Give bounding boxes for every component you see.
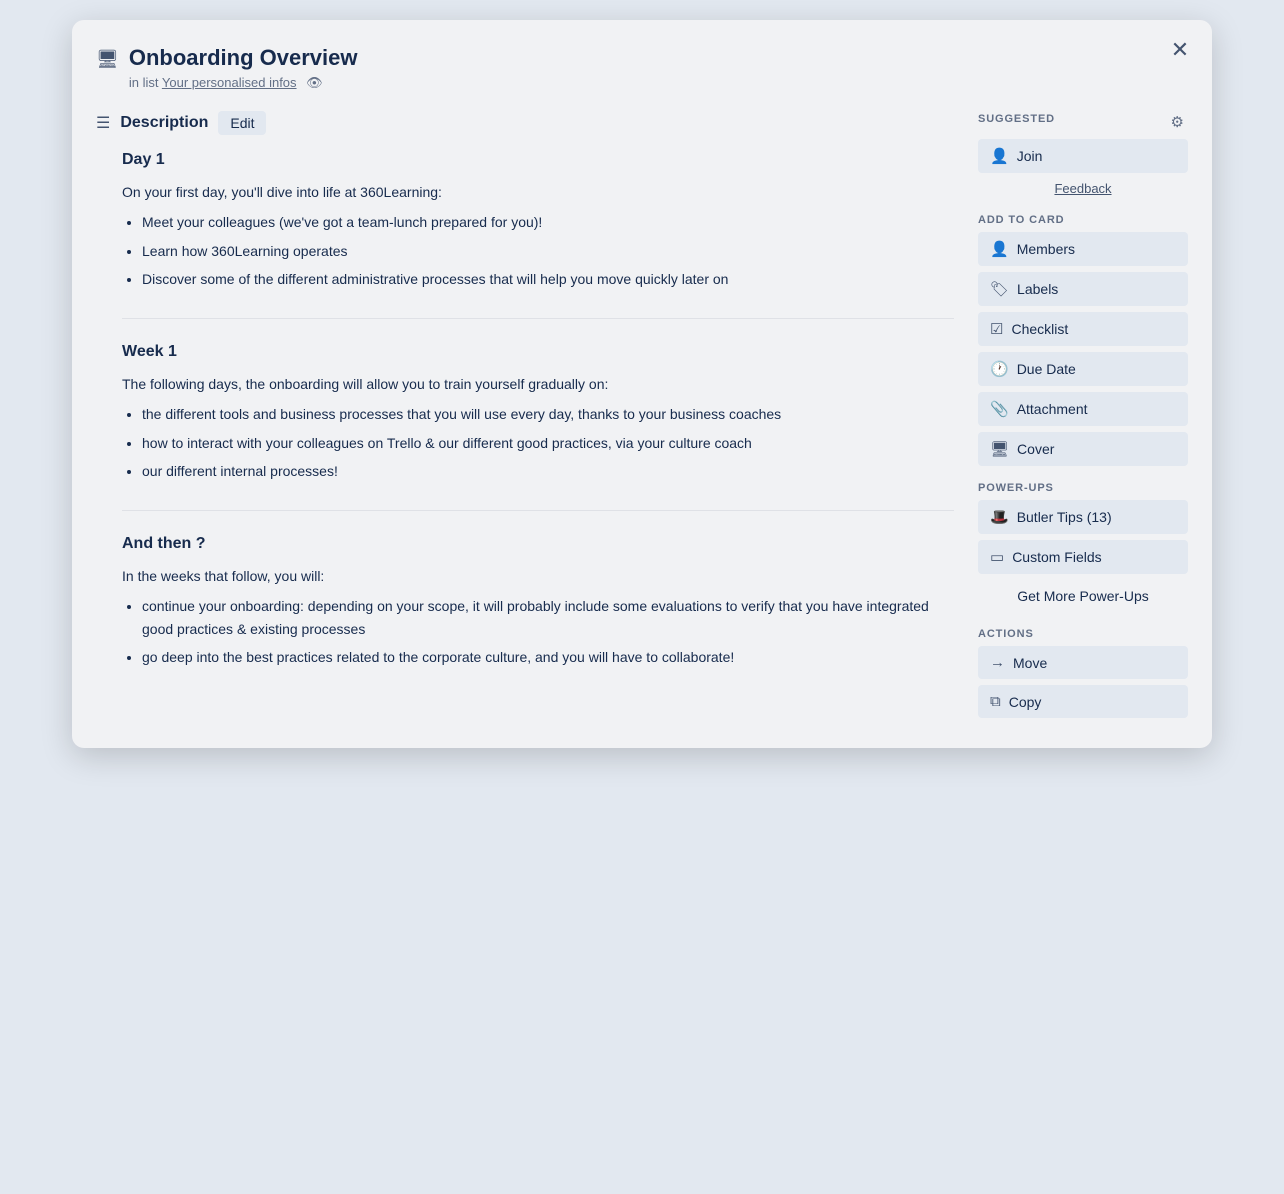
- list-item: Learn how 360Learning operates: [142, 240, 954, 262]
- description-title: Description: [120, 114, 208, 132]
- person-icon: 👤: [990, 147, 1009, 165]
- day1-list: Meet your colleagues (we've got a team-l…: [122, 211, 954, 290]
- labels-icon: 🏷: [990, 280, 1009, 298]
- divider: [122, 510, 954, 511]
- edit-description-button[interactable]: Edit: [218, 111, 266, 135]
- cover-icon: 🖥: [990, 440, 1009, 458]
- gear-button[interactable]: ⚙: [1167, 111, 1188, 133]
- suggested-title: SUGGESTED: [978, 113, 1055, 125]
- labels-button[interactable]: 🏷 Labels: [978, 272, 1188, 306]
- attachment-button[interactable]: 📎 Attachment: [978, 392, 1188, 426]
- suggested-header: SUGGESTED ⚙: [978, 111, 1188, 133]
- andthen-intro: In the weeks that follow, you will:: [122, 565, 954, 587]
- description-header: ☰ Description Edit: [96, 111, 954, 135]
- add-to-card-title: ADD TO CARD: [978, 214, 1188, 226]
- list-item: Meet your colleagues (we've got a team-l…: [142, 211, 954, 233]
- desc-day1: Day 1 On your first day, you'll dive int…: [122, 147, 954, 290]
- list-item: Discover some of the different administr…: [142, 268, 954, 290]
- clock-icon: 🕐: [990, 360, 1009, 378]
- copy-icon: ⧉: [990, 693, 1001, 710]
- checklist-button[interactable]: ☑ Checklist: [978, 312, 1188, 346]
- desc-andthen: And then ? In the weeks that follow, you…: [122, 531, 954, 668]
- modal-body: ☰ Description Edit Day 1 On your first d…: [96, 111, 1188, 724]
- card-title: Onboarding Overview: [129, 44, 358, 73]
- list-item: go deep into the best practices related …: [142, 646, 954, 668]
- divider: [122, 318, 954, 319]
- feedback-link[interactable]: Feedback: [978, 179, 1188, 198]
- butler-icon: 🎩: [990, 508, 1009, 526]
- week1-list: the different tools and business process…: [122, 403, 954, 482]
- butler-tips-button[interactable]: 🎩 Butler Tips (13): [978, 500, 1188, 534]
- day1-intro: On your first day, you'll dive into life…: [122, 181, 954, 203]
- get-more-button[interactable]: Get More Power-Ups: [978, 580, 1188, 612]
- week1-heading: Week 1: [122, 339, 954, 365]
- due-date-button[interactable]: 🕐 Due Date: [978, 352, 1188, 386]
- card-modal: ✕ 🖥 Onboarding Overview in list Your per…: [72, 20, 1212, 748]
- day1-heading: Day 1: [122, 147, 954, 173]
- move-icon: →: [990, 654, 1005, 671]
- title-block: Onboarding Overview in list Your persona…: [129, 44, 358, 91]
- description-body: Day 1 On your first day, you'll dive int…: [96, 147, 954, 668]
- actions-title: ACTIONS: [978, 628, 1188, 640]
- card-subtitle: in list Your personalised infos 👁: [129, 75, 358, 92]
- watch-icon[interactable]: 👁: [306, 75, 323, 90]
- sidebar: SUGGESTED ⚙ 👤 Join Feedback ADD TO CARD …: [978, 111, 1188, 724]
- checklist-icon: ☑: [990, 320, 1003, 338]
- andthen-list: continue your onboarding: depending on y…: [122, 595, 954, 668]
- desc-week1: Week 1 The following days, the onboardin…: [122, 339, 954, 482]
- copy-button[interactable]: ⧉ Copy: [978, 685, 1188, 718]
- power-ups-title: POWER-UPS: [978, 482, 1188, 494]
- list-item: how to interact with your colleagues on …: [142, 432, 954, 454]
- attachment-icon: 📎: [990, 400, 1009, 418]
- andthen-heading: And then ?: [122, 531, 954, 557]
- close-button[interactable]: ✕: [1164, 34, 1196, 66]
- card-icon: 🖥: [96, 49, 119, 70]
- cover-button[interactable]: 🖥 Cover: [978, 432, 1188, 466]
- description-icon: ☰: [96, 113, 110, 133]
- list-item: continue your onboarding: depending on y…: [142, 595, 954, 640]
- custom-fields-button[interactable]: ▭ Custom Fields: [978, 540, 1188, 574]
- custom-fields-icon: ▭: [990, 548, 1004, 566]
- join-button[interactable]: 👤 Join: [978, 139, 1188, 173]
- list-item: the different tools and business process…: [142, 403, 954, 425]
- modal-header: 🖥 Onboarding Overview in list Your perso…: [96, 44, 1188, 91]
- main-content: ☰ Description Edit Day 1 On your first d…: [96, 111, 954, 724]
- members-button[interactable]: 👤 Members: [978, 232, 1188, 266]
- members-icon: 👤: [990, 240, 1009, 258]
- move-button[interactable]: → Move: [978, 646, 1188, 679]
- week1-intro: The following days, the onboarding will …: [122, 373, 954, 395]
- list-item: our different internal processes!: [142, 460, 954, 482]
- list-link[interactable]: Your personalised infos: [162, 75, 297, 90]
